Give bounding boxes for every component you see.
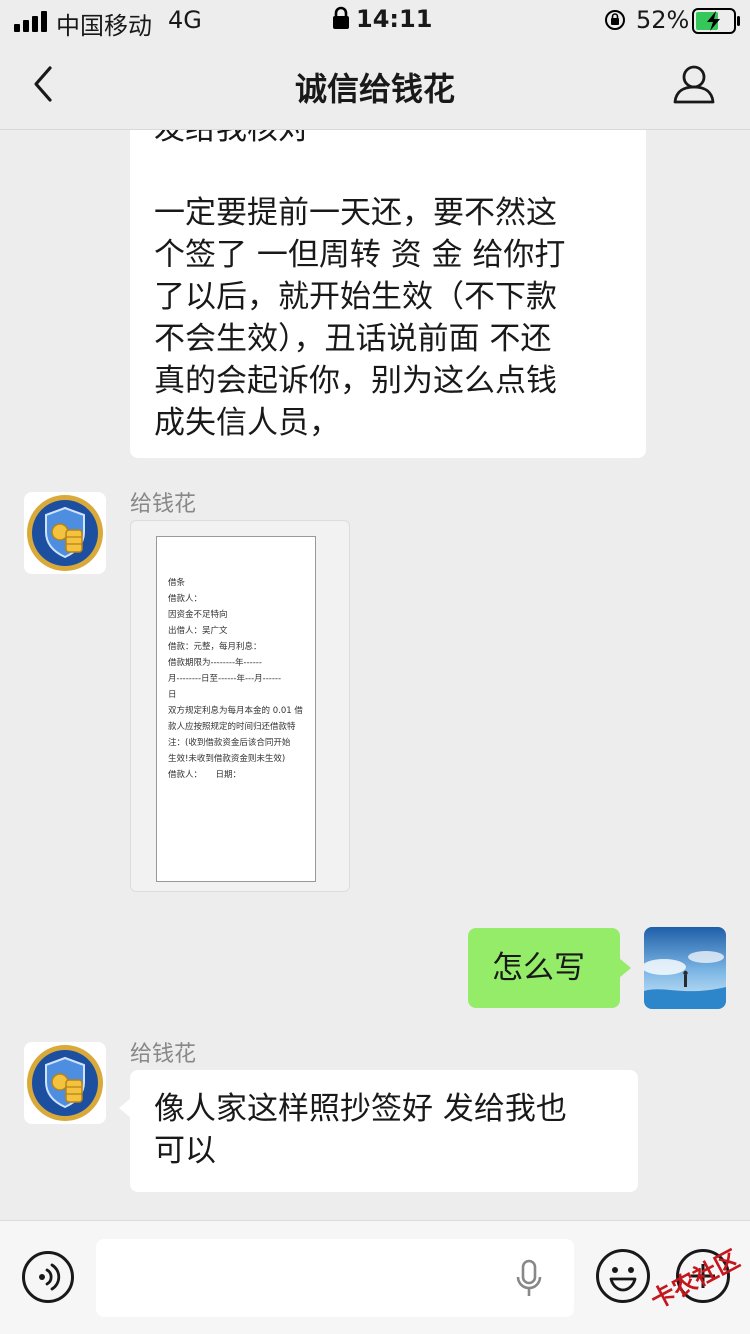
message-line: 一定要提前一天还，要不然这 — [154, 195, 557, 231]
nav-bar: 诚信给钱花 — [0, 40, 750, 130]
message-bubble-outgoing[interactable]: 怎么写 — [468, 928, 620, 1008]
voice-icon — [39, 1263, 61, 1291]
page-title: 诚信给钱花 — [294, 70, 455, 108]
anime-sky-avatar-icon — [644, 927, 726, 1009]
avatar[interactable] — [24, 1042, 106, 1124]
avatar[interactable] — [24, 492, 106, 574]
document-line: 借条 — [168, 578, 186, 588]
network-type: 4G — [168, 6, 202, 34]
message-line: 发给我核对 — [154, 130, 622, 150]
voice-input-button[interactable] — [22, 1251, 74, 1303]
document-line: 借款人： 日期： — [168, 770, 242, 780]
document-line: 出借人：吴广文 — [168, 626, 228, 636]
document-line: 双方规定利息为每月本金的 0.01 借 — [168, 706, 303, 716]
microphone-icon[interactable] — [514, 1259, 544, 1299]
bubble-tail — [619, 958, 631, 978]
my-avatar[interactable] — [644, 927, 726, 1009]
input-bar — [0, 1220, 750, 1334]
document-line: 因资金不足特向 — [168, 610, 228, 620]
message-list[interactable]: 发给我核对 一定要提前一天还，要不然这 个签了 一但周转 资 金 给你打 了以后… — [0, 130, 750, 1220]
message-line: 成失信人员， — [154, 405, 340, 441]
profile-icon[interactable] — [672, 64, 716, 104]
emoji-button[interactable] — [596, 1249, 650, 1303]
battery-percentage: 52% — [636, 6, 690, 34]
document-line: 生效!未收到借款资金则未生效) — [168, 754, 286, 764]
rotate-lock-icon — [605, 10, 625, 30]
clock: 14:11 — [356, 5, 433, 33]
document-line: 月--------日至------年---月------ — [168, 674, 282, 684]
sender-name: 给钱花 — [130, 492, 197, 517]
document-line: 借款期限为--------年------ — [168, 658, 262, 668]
shield-coins-icon — [24, 492, 106, 574]
message-line: 真的会起诉你，别为这么点钱 — [154, 363, 557, 399]
document-line: 借款：元整，每月利息： — [168, 642, 262, 652]
message-line: 了以后，就开始生效（不下款 — [154, 279, 557, 315]
message-line: 个签了 一但周转 资 金 给你打 — [154, 237, 566, 273]
message-line: 像人家这样照抄签好 发给我也 — [154, 1091, 567, 1127]
loan-document: 借条 借款人： 因资金不足特向 出借人：吴广文 借款：元整，每月利息： 借款期限… — [156, 536, 316, 882]
message-bubble-incoming[interactable]: 像人家这样照抄签好 发给我也 可以 — [130, 1070, 638, 1192]
lock-icon — [333, 6, 349, 29]
message-text: 怎么写 — [492, 950, 585, 986]
shield-coins-icon — [24, 1042, 106, 1124]
battery-icon — [692, 8, 740, 34]
message-line — [154, 150, 622, 192]
message-bubble-incoming[interactable]: 发给我核对 一定要提前一天还，要不然这 个签了 一但周转 资 金 给你打 了以后… — [130, 130, 646, 458]
carrier-name: 中国移动 — [56, 12, 152, 40]
signal-icon — [14, 10, 50, 32]
emoji-icon — [609, 1267, 637, 1292]
document-line: 日 — [168, 690, 177, 700]
sender-name: 给钱花 — [130, 1042, 197, 1067]
document-line: 款人应按照规定的时间归还借款特 — [168, 722, 296, 732]
document-line: 注：(收到借款资金后该合同开始 — [168, 738, 291, 748]
document-line: 借款人： — [168, 594, 203, 604]
message-line: 可以 — [154, 1133, 216, 1169]
status-bar: 中国移动 4G 14:11 52% — [0, 0, 750, 40]
message-line: 不会生效），丑话说前面 不还 — [154, 321, 552, 357]
message-input[interactable] — [96, 1239, 574, 1317]
image-message[interactable]: 借条 借款人： 因资金不足特向 出借人：吴广文 借款：元整，每月利息： 借款期限… — [130, 520, 350, 892]
